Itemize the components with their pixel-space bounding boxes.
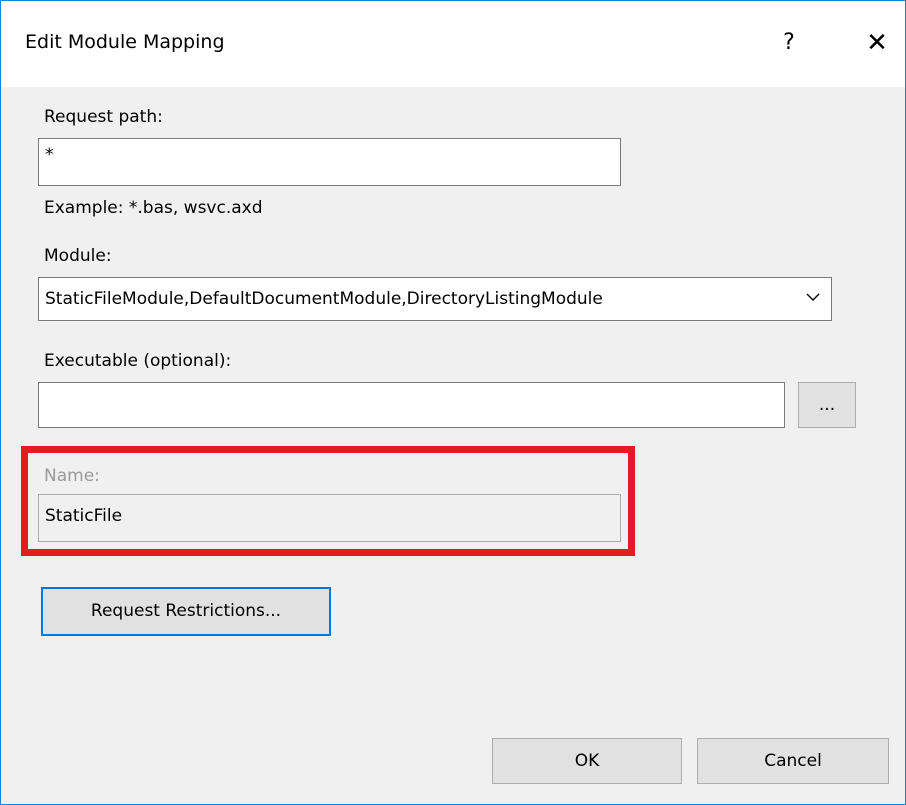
close-icon[interactable]: ✕	[859, 23, 895, 63]
chevron-down-icon	[806, 293, 820, 301]
dialog-title: Edit Module Mapping	[25, 31, 225, 53]
request-path-label: Request path:	[44, 107, 163, 127]
edit-module-mapping-dialog: Edit Module Mapping ? ✕ Request path: * …	[0, 0, 906, 805]
request-restrictions-button[interactable]: Request Restrictions...	[41, 587, 331, 636]
title-bar: Edit Module Mapping ? ✕	[1, 1, 905, 87]
request-path-example: Example: *.bas, wsvc.axd	[44, 198, 263, 218]
module-dropdown[interactable]: StaticFileModule,DefaultDocumentModule,D…	[38, 277, 832, 321]
browse-button[interactable]: ...	[798, 382, 856, 428]
help-button[interactable]: ?	[771, 23, 807, 63]
cancel-button[interactable]: Cancel	[697, 738, 889, 784]
ok-button[interactable]: OK	[492, 738, 682, 784]
module-label: Module:	[44, 246, 112, 266]
request-path-input[interactable]: *	[38, 138, 621, 186]
highlight-box	[21, 446, 635, 556]
module-selected-value: StaticFileModule,DefaultDocumentModule,D…	[45, 289, 603, 309]
executable-input[interactable]	[38, 382, 785, 428]
executable-label: Executable (optional):	[44, 351, 232, 371]
